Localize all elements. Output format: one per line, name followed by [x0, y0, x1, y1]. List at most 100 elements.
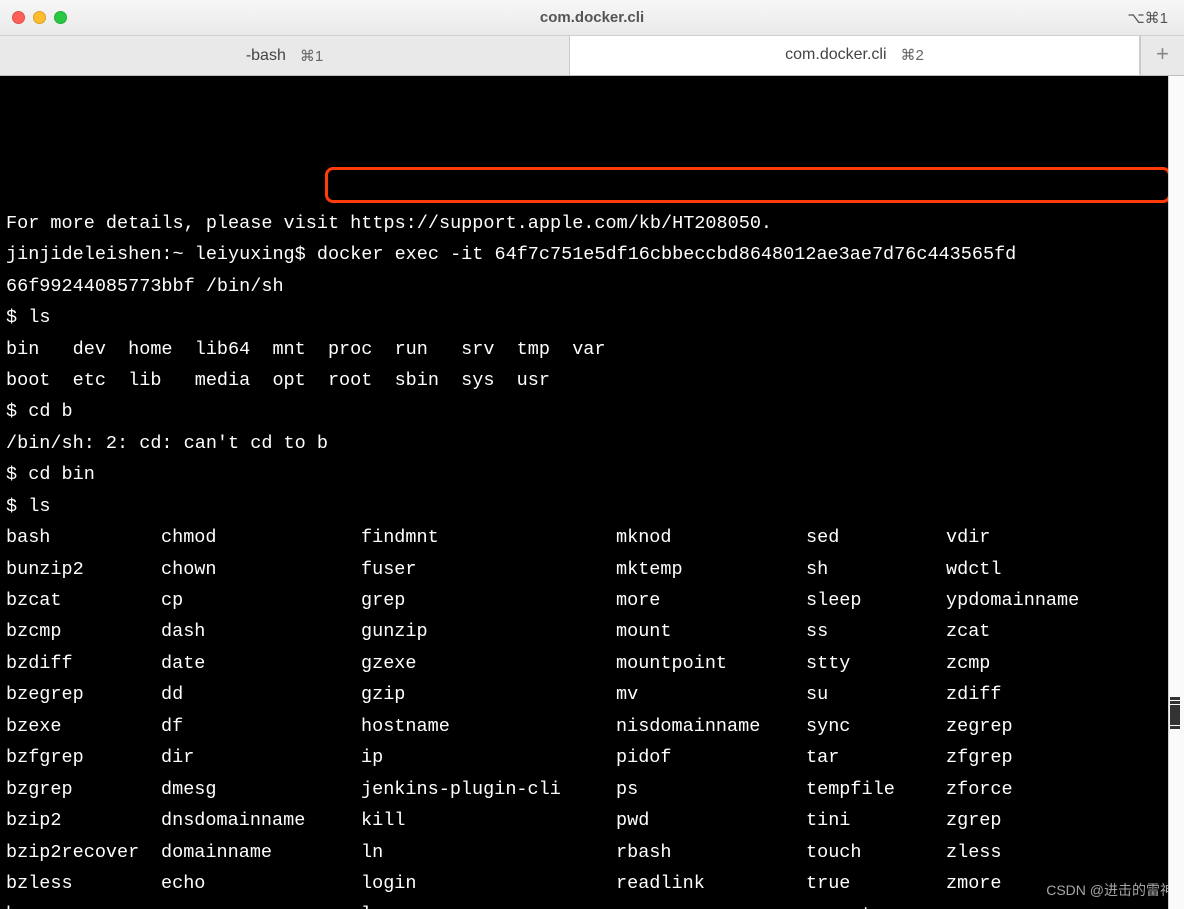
ls-entry: dd	[161, 679, 361, 710]
ls-entry: mv	[616, 679, 806, 710]
ls-entry: mktemp	[616, 554, 806, 585]
ls-entry: zcmp	[946, 648, 990, 679]
ls-entry: nisdomainname	[616, 711, 806, 742]
ls-entry: ypdomainname	[946, 585, 1079, 616]
ls-entry: bzmore	[6, 899, 161, 909]
ls-entry: bzless	[6, 868, 161, 899]
ls-entry: bunzip2	[6, 554, 161, 585]
ls-entry: echo	[161, 868, 361, 899]
ls-entry: dnsdomainname	[161, 805, 361, 836]
text-line: bin dev home lib64 mnt proc run srv tmp …	[6, 339, 606, 360]
ls-entry: ps	[616, 774, 806, 805]
ls-entry: kill	[361, 805, 616, 836]
ls-entry: more	[616, 585, 806, 616]
tab-bash[interactable]: -bash ⌘1	[0, 36, 570, 75]
new-tab-button[interactable]: +	[1140, 36, 1184, 75]
prompt: $	[6, 464, 28, 485]
ls-entry: hostname	[361, 711, 616, 742]
ls-entry: dir	[161, 742, 361, 773]
ls-entry: ip	[361, 742, 616, 773]
ls-output-grid: bashchmodfindmntmknodsedvdir bunzip2chow…	[6, 522, 1178, 909]
command-text: ls	[28, 496, 50, 517]
ls-entry: bzexe	[6, 711, 161, 742]
ls-entry: ls	[361, 899, 616, 909]
watermark: CSDN @进击的雷神	[1046, 879, 1174, 903]
ls-entry: date	[161, 648, 361, 679]
ls-entry: readlink	[616, 868, 806, 899]
window-titlebar: com.docker.cli ⌥⌘1	[0, 0, 1184, 36]
ls-entry: touch	[806, 837, 946, 868]
ls-entry: zless	[946, 837, 1002, 868]
ls-entry: egrep	[161, 899, 361, 909]
ls-entry: bzdiff	[6, 648, 161, 679]
ls-entry: tempfile	[806, 774, 946, 805]
ls-entry: findmnt	[361, 522, 616, 553]
ls-entry: bzgrep	[6, 774, 161, 805]
ls-entry: zgrep	[946, 805, 1002, 836]
ls-entry: stty	[806, 648, 946, 679]
ls-entry: sh	[806, 554, 946, 585]
tab-docker-cli[interactable]: com.docker.cli ⌘2	[570, 36, 1140, 75]
prompt: $	[6, 496, 28, 517]
ls-entry: df	[161, 711, 361, 742]
ls-entry: tar	[806, 742, 946, 773]
prompt: $	[6, 401, 28, 422]
scrollbar[interactable]	[1168, 76, 1184, 909]
ls-entry: ss	[806, 616, 946, 647]
terminal-output[interactable]: For more details, please visit https://s…	[0, 76, 1184, 909]
tab-shortcut: ⌘1	[300, 47, 323, 65]
ls-entry: dmesg	[161, 774, 361, 805]
ls-entry: su	[806, 679, 946, 710]
ls-entry: zforce	[946, 774, 1013, 805]
prompt: jinjideleishen:~ leiyuxing$	[6, 244, 317, 265]
ls-entry: zdiff	[946, 679, 1002, 710]
ls-entry: wdctl	[946, 554, 1002, 585]
ls-entry: zfgrep	[946, 742, 1013, 773]
prompt: $	[6, 307, 28, 328]
text-line: For more details, please visit https://s…	[6, 213, 772, 234]
ls-entry: bzegrep	[6, 679, 161, 710]
ls-entry: ln	[361, 837, 616, 868]
ls-entry: sync	[806, 711, 946, 742]
ls-entry: bzcmp	[6, 616, 161, 647]
ls-entry: pwd	[616, 805, 806, 836]
command-text: cd bin	[28, 464, 95, 485]
ls-entry: mount	[616, 616, 806, 647]
error-line: /bin/sh: 2: cd: can't cd to b	[6, 433, 328, 454]
ls-entry: bzip2recover	[6, 837, 161, 868]
text-line: boot etc lib media opt root sbin sys usr	[6, 370, 550, 391]
command-text: docker exec -it 64f7c751e5df16cbbeccbd86…	[317, 244, 1016, 265]
window-title: com.docker.cli	[0, 9, 1184, 26]
scroll-marks-icon	[1170, 696, 1182, 730]
ls-entry: bzcat	[6, 585, 161, 616]
ls-entry: umount	[806, 899, 946, 909]
command-text: 66f99244085773bbf /bin/sh	[6, 276, 284, 297]
ls-entry: tini	[806, 805, 946, 836]
ls-entry: grep	[361, 585, 616, 616]
ls-entry: mountpoint	[616, 648, 806, 679]
command-text: ls	[28, 307, 50, 328]
ls-entry: gunzip	[361, 616, 616, 647]
ls-entry: jenkins-plugin-cli	[361, 774, 616, 805]
plus-icon: +	[1156, 45, 1169, 67]
annotation-highlight-box	[325, 167, 1171, 203]
ls-entry: domainname	[161, 837, 361, 868]
command-text: cd b	[28, 401, 72, 422]
ls-entry: gzip	[361, 679, 616, 710]
ls-entry: rbash	[616, 837, 806, 868]
tab-label: -bash	[246, 47, 286, 65]
ls-entry: cp	[161, 585, 361, 616]
tab-label: com.docker.cli	[785, 46, 886, 64]
ls-entry: znew	[946, 899, 990, 909]
ls-entry: bash	[6, 522, 161, 553]
ls-entry: dash	[161, 616, 361, 647]
ls-entry: vdir	[946, 522, 990, 553]
ls-entry: sed	[806, 522, 946, 553]
ls-entry: chown	[161, 554, 361, 585]
ls-entry: zmore	[946, 868, 1002, 899]
tab-shortcut: ⌘2	[901, 46, 924, 64]
ls-entry: rm	[616, 899, 806, 909]
ls-entry: chmod	[161, 522, 361, 553]
ls-entry: gzexe	[361, 648, 616, 679]
ls-entry: true	[806, 868, 946, 899]
